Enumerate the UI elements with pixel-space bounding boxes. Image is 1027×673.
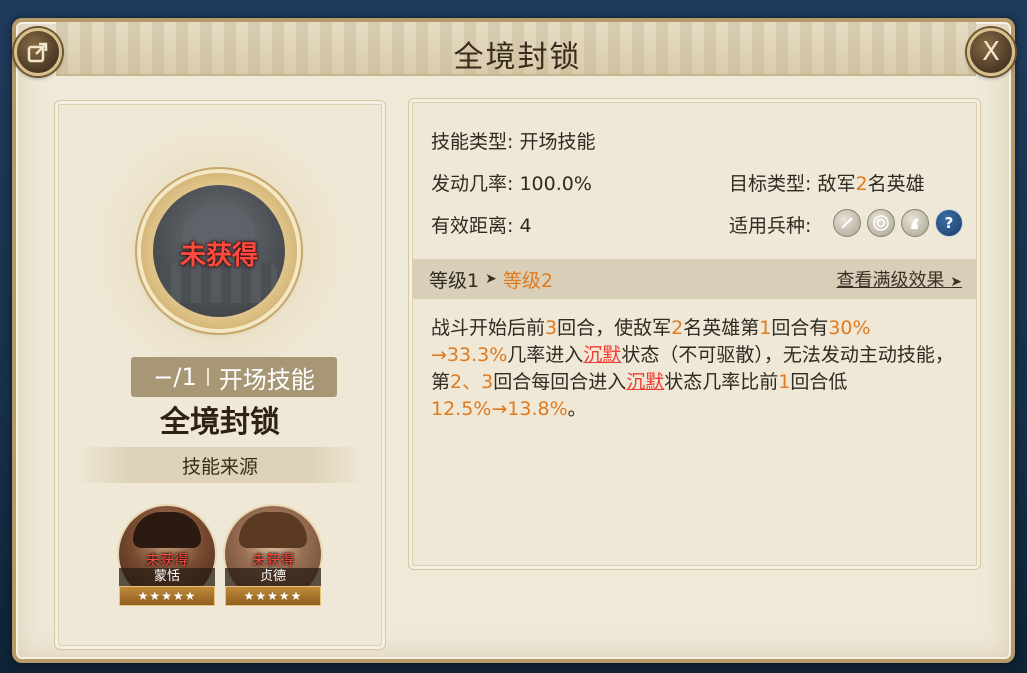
skill-name: 全境封锁 — [160, 405, 280, 440]
view-max-level-label: 查看满级效果 — [836, 270, 945, 291]
sword-icon[interactable] — [833, 209, 861, 237]
troop-type-icons: ? — [833, 209, 963, 237]
hero-card-mengtian[interactable]: 未获得 蒙恬 ★★★★★ — [119, 506, 215, 616]
level-bar: 等级1 ➤ 等级2 查看满级效果 ➤ — [413, 259, 976, 299]
next-level: 等级2 — [502, 269, 553, 292]
skill-details-card: 技能类型: 开场技能 发动几率: 100.0% 有效距离: 4 目标类型: 敌军… — [408, 98, 981, 570]
skill-detail-panel: 全境封锁 X 未获得 −/1 开场技能 全境封锁 技能来源 未获得 蒙恬 ★★★… — [12, 18, 1015, 663]
view-max-level-link[interactable]: 查看满级效果 ➤ — [837, 266, 962, 292]
level-arrow-icon: ➤ — [485, 271, 497, 287]
hero-card-zhende[interactable]: 未获得 贞德 ★★★★★ — [225, 506, 321, 616]
hero-hair — [239, 512, 307, 548]
skill-type-value: 开场技能 — [519, 131, 596, 153]
share-icon — [27, 42, 48, 63]
silence-keyword[interactable]: 沉默 — [583, 344, 621, 366]
hero-stars: ★★★★★ — [225, 586, 321, 606]
skill-type-badge: −/1 开场技能 — [131, 357, 337, 397]
skill-type-label: 技能类型: — [431, 131, 514, 153]
chevron-right-icon: ➤ — [950, 274, 962, 290]
troop-type-label: 适用兵种: — [729, 215, 812, 237]
skill-source-label: 技能来源 — [181, 455, 258, 478]
skill-icon-frame[interactable]: 未获得 — [141, 173, 297, 329]
troop-type-row: 适用兵种: — [729, 211, 811, 238]
skill-type-row: 技能类型: 开场技能 — [431, 127, 595, 154]
target-icon[interactable] — [867, 209, 895, 237]
question-icon[interactable]: ? — [935, 209, 963, 237]
hero-status: 未获得 — [252, 553, 294, 569]
range-label: 有效距离: — [431, 215, 514, 237]
target-count: 2 — [855, 173, 868, 195]
skill-overview-card: 未获得 −/1 开场技能 全境封锁 技能来源 未获得 蒙恬 ★★★★★ 未获得 … — [54, 100, 386, 650]
skill-icon-image: 未获得 — [153, 185, 285, 317]
close-icon: X — [982, 37, 1000, 67]
hero-name: 蒙恬 — [119, 568, 215, 586]
skill-level-text: −/1 — [153, 363, 197, 391]
hero-hair — [133, 512, 201, 548]
range-value: 4 — [519, 215, 532, 237]
target-type-label: 目标类型: — [729, 173, 812, 195]
badge-divider — [206, 368, 209, 386]
target-post: 名英雄 — [867, 173, 925, 195]
trigger-rate-row: 发动几率: 100.0% — [431, 169, 592, 196]
window-title: 全境封锁 — [453, 40, 582, 75]
skill-type-text: 开场技能 — [218, 365, 315, 394]
hero-status: 未获得 — [146, 553, 188, 569]
current-level: 等级1 — [429, 269, 480, 292]
close-button[interactable]: X — [967, 28, 1015, 76]
target-type-row: 目标类型: 敌军2名英雄 — [729, 169, 925, 196]
target-pre: 敌军 — [817, 173, 856, 195]
trigger-rate-label: 发动几率: — [431, 173, 514, 195]
skill-status-label: 未获得 — [179, 241, 258, 271]
share-button[interactable] — [14, 28, 62, 76]
range-row: 有效距离: 4 — [431, 211, 532, 238]
skill-description: 战斗开始后前3回合，使敌军2名英雄第1回合有30% →33.3%几率进入沉默状态（… — [431, 317, 954, 420]
hero-name: 贞德 — [225, 568, 321, 586]
hero-stars: ★★★★★ — [119, 586, 215, 606]
trigger-rate-value: 100.0% — [519, 173, 592, 195]
silence-keyword[interactable]: 沉默 — [626, 371, 664, 393]
horse-icon[interactable] — [901, 209, 929, 237]
skill-source-header: 技能来源 — [75, 447, 365, 483]
